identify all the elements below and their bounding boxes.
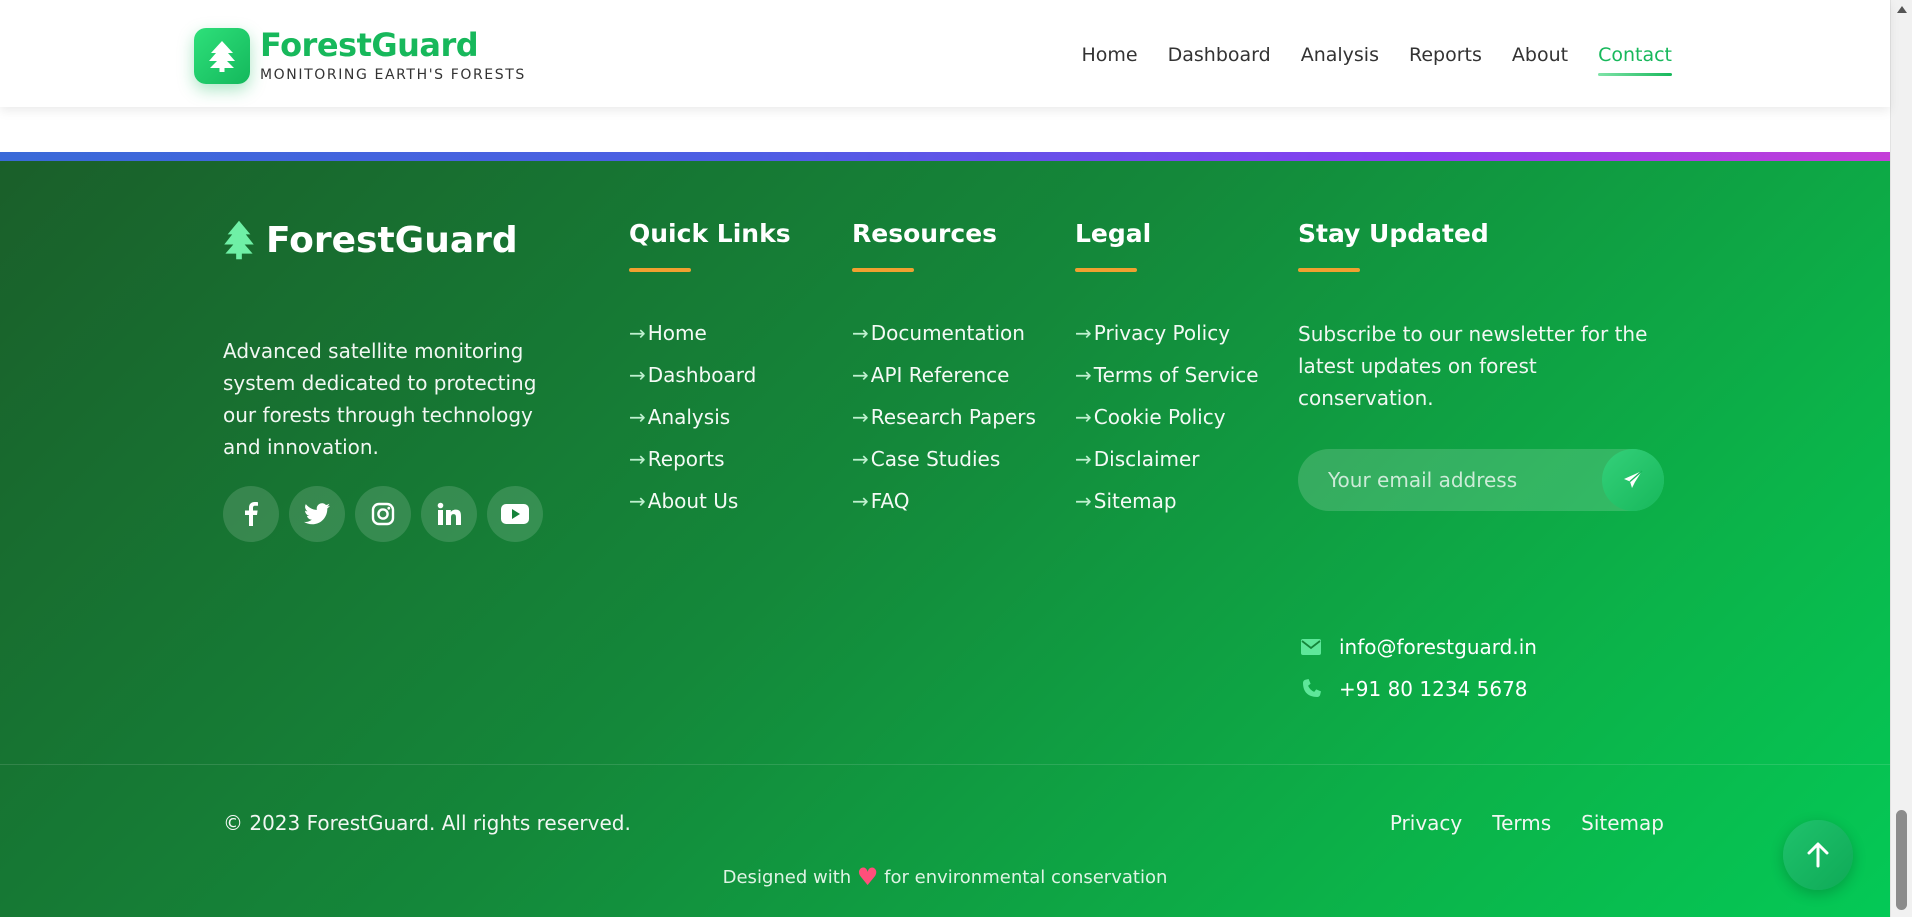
footer-link-dashboard[interactable]: → Dashboard xyxy=(629,364,791,387)
bottom-link-privacy[interactable]: Privacy xyxy=(1390,811,1462,835)
footer-divider xyxy=(0,764,1890,765)
main-nav: Home Dashboard Analysis Reports About Co… xyxy=(1082,44,1672,76)
page: ForestGuard MONITORING EARTH'S FORESTS H… xyxy=(0,0,1890,917)
nav-dashboard[interactable]: Dashboard xyxy=(1168,44,1271,66)
nav-contact[interactable]: Contact xyxy=(1598,44,1672,76)
title-underline xyxy=(1298,268,1360,272)
youtube-icon[interactable] xyxy=(487,486,543,542)
footer-link-cookie-policy[interactable]: → Cookie Policy xyxy=(1075,406,1259,429)
stay-updated-column: Stay Updated Subscribe to our newsletter… xyxy=(1298,219,1668,414)
tree-icon xyxy=(224,220,254,260)
footer-link-privacy-policy[interactable]: → Privacy Policy xyxy=(1075,322,1259,345)
site-footer: ForestGuard Advanced satellite monitorin… xyxy=(0,161,1890,917)
footer-link-reports[interactable]: → Reports xyxy=(629,448,791,471)
bottom-link-sitemap[interactable]: Sitemap xyxy=(1581,811,1664,835)
back-to-top-button[interactable] xyxy=(1783,820,1853,890)
site-header: ForestGuard MONITORING EARTH'S FORESTS H… xyxy=(0,0,1890,107)
nav-analysis[interactable]: Analysis xyxy=(1301,44,1379,66)
footer-link-analysis[interactable]: → Analysis xyxy=(629,406,791,429)
logo-tree-icon[interactable] xyxy=(194,28,250,84)
social-links xyxy=(223,486,543,542)
brand-tagline: MONITORING EARTH'S FORESTS xyxy=(260,67,526,83)
quick-links-column: Quick Links → Home → Dashboard → Analysis →… xyxy=(629,219,791,532)
scroll-up-arrow-icon[interactable] xyxy=(1897,6,1907,13)
footer-link-home[interactable]: → Home xyxy=(629,322,791,345)
contact-phone[interactable]: +91 80 1234 5678 xyxy=(1301,677,1528,701)
legal-title: Legal xyxy=(1075,219,1152,248)
footer-link-faq[interactable]: → FAQ xyxy=(852,490,1036,513)
quick-links-title: Quick Links xyxy=(629,219,791,248)
newsletter-submit-button[interactable] xyxy=(1602,449,1664,511)
footer-link-case-studies[interactable]: → Case Studies xyxy=(852,448,1036,471)
bottom-link-terms[interactable]: Terms xyxy=(1492,811,1551,835)
footer-link-about-us[interactable]: → About Us xyxy=(629,490,791,513)
facebook-icon[interactable] xyxy=(223,486,279,542)
contact-email[interactable]: info@forestguard.in xyxy=(1301,635,1537,659)
footer-link-api-reference[interactable]: → API Reference xyxy=(852,364,1036,387)
footer-link-terms-of-service[interactable]: → Terms of Service xyxy=(1075,364,1259,387)
footer-brand[interactable]: ForestGuard xyxy=(222,219,518,261)
footer-brand-name: ForestGuard xyxy=(266,219,518,261)
title-underline xyxy=(629,268,691,272)
linkedin-icon[interactable] xyxy=(421,486,477,542)
brand-name[interactable]: ForestGuard xyxy=(260,26,479,64)
footer-link-documentation[interactable]: → Documentation xyxy=(852,322,1036,345)
instagram-icon[interactable] xyxy=(355,486,411,542)
scrollbar-thumb[interactable] xyxy=(1896,810,1907,910)
footer-link-sitemap[interactable]: → Sitemap xyxy=(1075,490,1259,513)
footer-link-disclaimer[interactable]: → Disclaimer xyxy=(1075,448,1259,471)
twitter-icon[interactable] xyxy=(289,486,345,542)
contact-email-text: info@forestguard.in xyxy=(1339,635,1537,659)
heart-icon: ♥ xyxy=(856,863,879,891)
arrow-up-icon xyxy=(1807,842,1829,868)
nav-reports[interactable]: Reports xyxy=(1409,44,1482,66)
footer-bottom-links: Privacy Terms Sitemap xyxy=(1390,811,1664,835)
resources-column: Resources → Documentation → API Reference … xyxy=(852,219,1036,532)
footer-link-research-papers[interactable]: → Research Papers xyxy=(852,406,1036,429)
page-scrollbar[interactable] xyxy=(1890,0,1912,917)
stay-updated-title: Stay Updated xyxy=(1298,219,1489,248)
newsletter-form xyxy=(1298,449,1664,511)
title-underline xyxy=(852,268,914,272)
copyright: © 2023 ForestGuard. All rights reserved. xyxy=(223,811,631,835)
envelope-icon xyxy=(1301,639,1321,655)
title-underline xyxy=(1075,268,1137,272)
phone-icon xyxy=(1303,679,1321,697)
paper-plane-icon xyxy=(1624,470,1643,488)
newsletter-text: Subscribe to our newsletter for the late… xyxy=(1298,322,1648,410)
nav-home[interactable]: Home xyxy=(1082,44,1138,66)
resources-title: Resources xyxy=(852,219,998,248)
footer-description: Advanced satellite monitoring system ded… xyxy=(223,339,537,459)
nav-about[interactable]: About xyxy=(1512,44,1568,66)
legal-column: Legal → Privacy Policy → Terms of Service … xyxy=(1075,219,1259,532)
newsletter-email-input[interactable] xyxy=(1328,465,1588,495)
designed-with-text: Designed with ♥ for environmental conser… xyxy=(722,863,1168,891)
contact-phone-text: +91 80 1234 5678 xyxy=(1339,677,1528,701)
